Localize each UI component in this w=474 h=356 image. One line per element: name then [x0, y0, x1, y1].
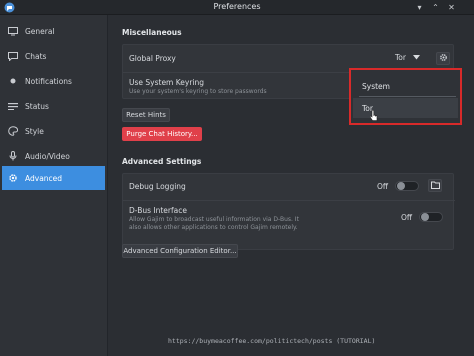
- advanced-configuration-editor-button[interactable]: Advanced Configuration Editor...: [122, 244, 238, 258]
- sidebar-item-chats[interactable]: Chats: [2, 44, 105, 68]
- title-bar: Preferences ▾ ⌃ ✕: [0, 0, 474, 15]
- sidebar-item-label: Notifications: [25, 76, 72, 86]
- open-logs-folder-button[interactable]: [428, 179, 442, 192]
- section-title-miscellaneous: Miscellaneous: [122, 28, 182, 37]
- sidebar-item-style[interactable]: Style: [2, 119, 105, 143]
- reset-hints-button[interactable]: Reset Hints: [122, 108, 170, 122]
- minimize-button[interactable]: ▾: [414, 2, 425, 13]
- section-title-advanced-settings: Advanced Settings: [122, 157, 202, 166]
- sidebar-item-label: Audio/Video: [25, 151, 70, 161]
- sidebar-item-label: General: [25, 26, 55, 36]
- global-proxy-label: Global Proxy: [129, 54, 176, 63]
- dbus-interface-state: Off: [401, 213, 413, 222]
- mouse-pointer-icon: [369, 109, 379, 122]
- close-button[interactable]: ✕: [446, 2, 457, 13]
- divider: [123, 200, 455, 201]
- gear-icon: [8, 173, 18, 183]
- watermark-text: https://buymeacoffee.com/politictech/pos…: [168, 337, 376, 345]
- keyring-description: Use your system's keyring to store passw…: [129, 88, 267, 95]
- advanced-settings-group: Debug Logging Off D-Bus Interface Allow …: [122, 173, 455, 250]
- sidebar: General Chats Notifications Status Style…: [0, 15, 108, 356]
- dbus-interface-toggle[interactable]: [419, 212, 443, 222]
- global-proxy-value: Tor: [395, 53, 406, 62]
- proxy-dropdown-menu: System Tor: [349, 68, 462, 125]
- sidebar-item-advanced[interactable]: Advanced: [2, 166, 105, 190]
- status-bars-icon: [8, 101, 18, 111]
- sidebar-item-status[interactable]: Status: [2, 94, 105, 118]
- debug-logging-label: Debug Logging: [129, 182, 186, 191]
- sidebar-item-label: Chats: [25, 51, 47, 61]
- folder-icon: [430, 181, 440, 191]
- purge-chat-history-button[interactable]: Purge Chat History...: [122, 127, 202, 141]
- debug-logging-state: Off: [377, 182, 389, 191]
- sidebar-item-label: Advanced: [25, 173, 63, 183]
- sidebar-item-label: Status: [25, 101, 49, 111]
- proxy-option-system[interactable]: System: [353, 76, 458, 96]
- monitor-icon: [8, 26, 18, 36]
- dbus-description-line2: also allows other applications to contro…: [129, 224, 298, 231]
- toggle-knob: [421, 213, 429, 221]
- keyring-label: Use System Keyring: [129, 78, 205, 87]
- toggle-knob: [397, 182, 405, 190]
- microphone-icon: [8, 151, 18, 161]
- proxy-settings-button[interactable]: [436, 52, 450, 65]
- sidebar-item-general[interactable]: General: [2, 19, 105, 43]
- divider: [359, 96, 456, 97]
- palette-icon: [8, 126, 18, 136]
- dbus-interface-label: D-Bus Interface: [129, 206, 187, 215]
- sidebar-item-audio-video[interactable]: Audio/Video: [2, 144, 105, 168]
- debug-logging-toggle[interactable]: [395, 181, 419, 191]
- gear-icon: [439, 53, 448, 64]
- sidebar-item-label: Style: [25, 126, 44, 136]
- proxy-option-tor[interactable]: Tor: [353, 98, 458, 118]
- maximize-button[interactable]: ⌃: [430, 2, 441, 13]
- chat-bubble-icon: [8, 51, 18, 61]
- dot-icon: [8, 76, 18, 86]
- window-title: Preferences: [213, 2, 261, 11]
- global-proxy-select[interactable]: Tor: [395, 53, 420, 62]
- sidebar-item-notifications[interactable]: Notifications: [2, 69, 105, 93]
- chevron-down-icon: [412, 53, 420, 62]
- advanced-settings-pane: Miscellaneous Global Proxy Tor Use Syste…: [108, 15, 474, 356]
- dbus-description-line1: Allow Gajim to broadcast useful informat…: [129, 216, 299, 223]
